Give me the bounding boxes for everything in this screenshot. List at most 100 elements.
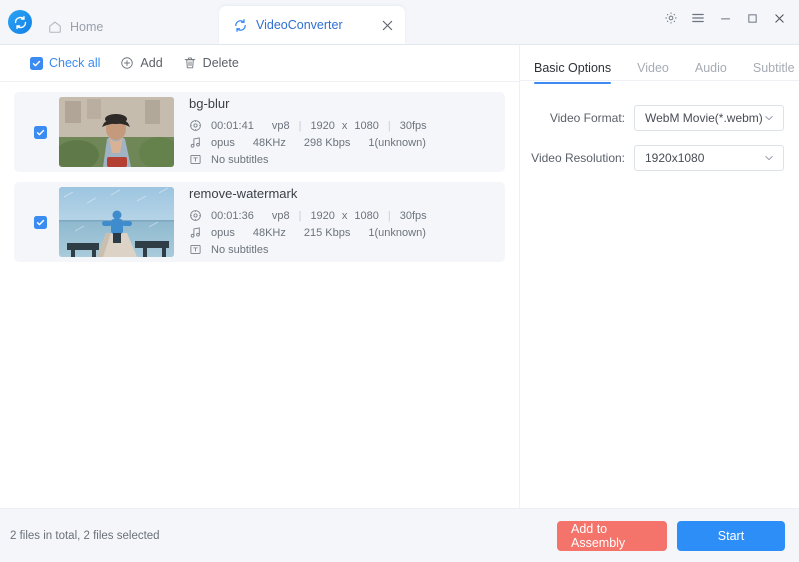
tab-basic-options-label: Basic Options <box>534 61 612 75</box>
footer-bar: 2 files in total, 2 files selected Add t… <box>0 509 799 562</box>
subtitle-status: No subtitles <box>211 243 269 256</box>
divider: | <box>298 119 302 132</box>
table-row[interactable]: remove-watermark 00:01:36 vp8 | 1920 x 1… <box>14 182 505 262</box>
video-height: 1080 <box>354 119 379 132</box>
video-height: 1080 <box>354 209 379 222</box>
divider: | <box>387 209 391 222</box>
video-fps: 30fps <box>399 209 427 222</box>
dimension-x: x <box>341 209 348 222</box>
subtitle-info-line: No subtitles <box>189 241 495 258</box>
tab-videoconverter-label: VideoConverter <box>256 18 343 32</box>
app-window: Home VideoConverter Check all Add Delete… <box>0 0 799 562</box>
file-list[interactable]: bg-blur 00:01:41 vp8 | 1920 x 1080 | 30f… <box>0 82 519 508</box>
divider: | <box>298 209 302 222</box>
tab-video-label: Video <box>637 61 669 75</box>
file-meta: remove-watermark 00:01:36 vp8 | 1920 x 1… <box>174 186 495 258</box>
add-to-assembly-label: Add to Assembly <box>571 521 626 550</box>
basic-options-content: Video Format: WebM Movie(*.webm) Video R… <box>520 81 799 185</box>
file-checkbox[interactable] <box>34 125 47 139</box>
audio-info-line: opus 48KHz 215 Kbps 1(unknown) <box>189 224 495 241</box>
tab-subtitle[interactable]: Subtitle <box>753 61 795 83</box>
start-button[interactable]: Start <box>677 520 785 551</box>
tab-audio[interactable]: Audio <box>695 61 727 83</box>
file-meta: bg-blur 00:01:41 vp8 | 1920 x 1080 | 30f… <box>174 96 495 168</box>
sample-rate: 48KHz <box>252 226 286 239</box>
audio-info-line: opus 48KHz 298 Kbps 1(unknown) <box>189 134 495 151</box>
refresh-icon <box>233 18 248 33</box>
file-toolbar: Check all Add Delete <box>0 45 519 82</box>
video-format-row: Video Format: WebM Movie(*.webm) <box>520 105 784 131</box>
channels: 1(unknown) <box>368 226 426 239</box>
hamburger-menu-icon[interactable] <box>686 6 710 30</box>
music-note-icon <box>189 136 211 149</box>
start-label: Start <box>717 528 745 543</box>
subtitle-text-icon <box>189 153 211 166</box>
window-controls <box>659 6 791 30</box>
chevron-down-icon <box>763 152 775 164</box>
add-label: Add <box>140 56 163 70</box>
duration: 00:01:41 <box>211 119 254 132</box>
check-all-button[interactable]: Check all <box>30 56 100 70</box>
file-name: bg-blur <box>189 96 230 111</box>
video-disc-icon <box>189 119 211 132</box>
subtitle-info-line: No subtitles <box>189 151 495 168</box>
delete-button[interactable]: Delete <box>183 56 239 70</box>
video-resolution-select[interactable]: 1920x1080 <box>634 145 784 171</box>
check-all-label: Check all <box>49 56 101 70</box>
tab-basic-options[interactable]: Basic Options <box>534 61 612 84</box>
audio-codec: opus <box>211 136 235 149</box>
duration: 00:01:36 <box>211 209 254 222</box>
table-row[interactable]: bg-blur 00:01:41 vp8 | 1920 x 1080 | 30f… <box>14 92 505 172</box>
dimension-x: x <box>341 119 348 132</box>
video-codec: vp8 <box>271 209 290 222</box>
file-thumbnail[interactable] <box>59 97 174 167</box>
subtitle-text-icon <box>189 243 211 256</box>
file-checkbox[interactable] <box>34 215 47 229</box>
tab-video[interactable]: Video <box>637 61 669 83</box>
gear-icon[interactable] <box>659 6 683 30</box>
tab-close-icon[interactable] <box>379 17 395 33</box>
video-resolution-row: Video Resolution: 1920x1080 <box>520 145 784 171</box>
tab-home[interactable]: Home <box>42 10 117 44</box>
video-width: 1920 <box>310 119 335 132</box>
tab-subtitle-label: Subtitle <box>752 61 795 75</box>
status-text: 2 files in total, 2 files selected <box>10 529 160 542</box>
title-bar: Home VideoConverter <box>0 0 799 45</box>
video-fps: 30fps <box>399 119 427 132</box>
file-thumbnail[interactable] <box>59 187 174 257</box>
main-body: Check all Add Delete bg-blur 00:01:41 vp… <box>0 45 799 509</box>
file-name: remove-watermark <box>189 186 298 201</box>
subtitle-status: No subtitles <box>211 153 269 166</box>
video-format-select[interactable]: WebM Movie(*.webm) <box>634 105 784 131</box>
home-icon <box>48 20 62 34</box>
video-format-label: Video Format: <box>549 111 625 125</box>
tab-audio-label: Audio <box>694 61 727 75</box>
app-logo-icon <box>8 10 32 34</box>
maximize-icon[interactable] <box>740 6 764 30</box>
minimize-icon[interactable] <box>713 6 737 30</box>
chevron-down-icon <box>763 112 775 124</box>
bitrate: 298 Kbps <box>303 136 351 149</box>
sample-rate: 48KHz <box>252 136 286 149</box>
tab-home-label: Home <box>70 20 104 34</box>
tab-videoconverter[interactable]: VideoConverter <box>219 6 405 44</box>
window-close-icon[interactable] <box>767 6 791 30</box>
divider: | <box>387 119 391 132</box>
checkbox-checked-icon <box>30 56 43 70</box>
file-panel: Check all Add Delete bg-blur 00:01:41 vp… <box>0 45 520 508</box>
video-disc-icon <box>189 209 211 222</box>
video-resolution-value: 1920x1080 <box>645 151 705 165</box>
options-tabs: Basic Options Video Audio Subtitle <box>520 45 799 84</box>
video-width: 1920 <box>310 209 335 222</box>
delete-label: Delete <box>202 56 239 70</box>
add-button[interactable]: Add <box>120 56 163 70</box>
video-info-line: 00:01:36 vp8 | 1920 x 1080 | 30fps <box>189 207 495 224</box>
audio-codec: opus <box>211 226 235 239</box>
trash-icon <box>183 56 197 70</box>
add-to-assembly-button[interactable]: Add to Assembly <box>557 520 667 551</box>
video-info-line: 00:01:41 vp8 | 1920 x 1080 | 30fps <box>189 117 495 134</box>
video-format-value: WebM Movie(*.webm) <box>645 111 763 125</box>
plus-circle-icon <box>120 56 134 70</box>
music-note-icon <box>189 226 211 239</box>
options-panel: Basic Options Video Audio Subtitle Video… <box>520 45 799 508</box>
